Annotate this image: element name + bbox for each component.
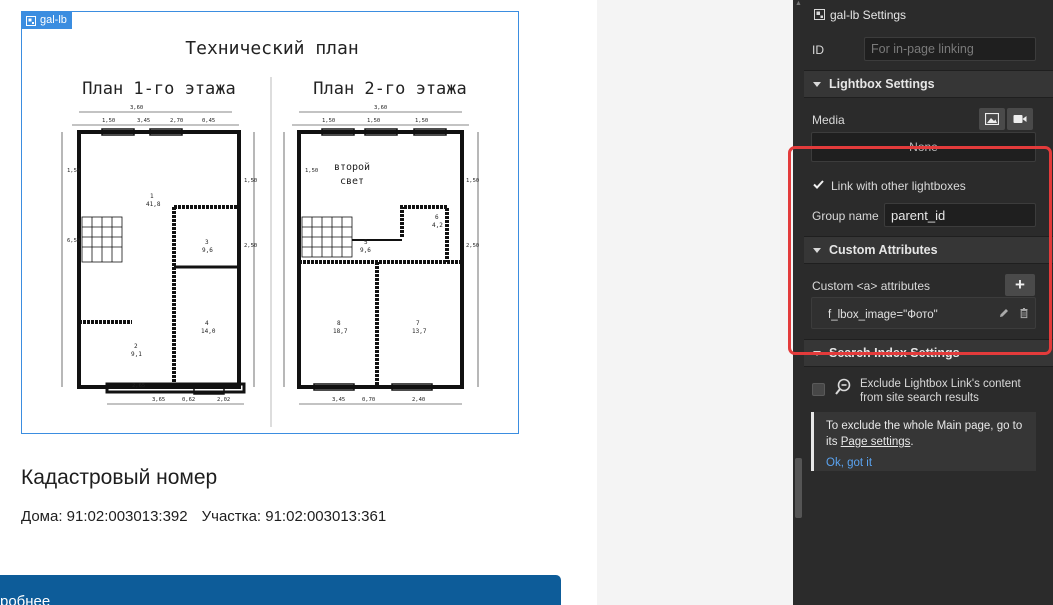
group-name-label: Group name bbox=[812, 209, 879, 223]
svg-text:18,7: 18,7 bbox=[333, 328, 348, 335]
svg-text:3,45: 3,45 bbox=[332, 397, 345, 403]
plan-title: Технический план bbox=[185, 38, 358, 59]
plot-number: Участка: 91:02:003013:361 bbox=[201, 508, 387, 525]
svg-text:7: 7 bbox=[416, 320, 420, 327]
svg-text:2: 2 bbox=[134, 343, 138, 350]
trash-icon[interactable] bbox=[1018, 307, 1030, 319]
image-media-button[interactable] bbox=[979, 108, 1005, 130]
link-lightboxes-label: Link with other lightboxes bbox=[831, 179, 966, 193]
element-settings-title: gal-lb Settings bbox=[830, 8, 907, 22]
svg-text:2,02: 2,02 bbox=[217, 397, 230, 403]
svg-text:1,50: 1,50 bbox=[305, 168, 318, 174]
svg-text:9,6: 9,6 bbox=[360, 247, 371, 254]
lightbox-icon bbox=[26, 15, 36, 26]
house-number: Дома: 91:02:003013:392 bbox=[21, 508, 188, 525]
page-settings-hint: To exclude the whole Main page, go to it… bbox=[811, 412, 1036, 471]
collapse-caret-icon bbox=[813, 350, 821, 356]
ok-got-it-link[interactable]: Ok, got it bbox=[826, 457, 872, 469]
svg-text:41,8: 41,8 bbox=[146, 201, 161, 208]
hint-suffix: . bbox=[910, 436, 914, 448]
svg-text:9,6: 9,6 bbox=[202, 247, 213, 254]
svg-text:2,70: 2,70 bbox=[170, 118, 183, 124]
svg-text:3,60: 3,60 bbox=[374, 105, 387, 111]
link-lightboxes-checkbox[interactable] bbox=[812, 178, 825, 191]
svg-text:2,65: 2,65 bbox=[132, 383, 145, 389]
checkmark-icon bbox=[813, 180, 824, 189]
attribute-value: f_lbox_image="Фото" bbox=[828, 309, 938, 321]
image-icon bbox=[985, 113, 999, 125]
search-index-title: Search Index Settings bbox=[829, 346, 960, 360]
collapse-caret-icon bbox=[813, 81, 821, 87]
more-details-button[interactable]: робнее bbox=[0, 575, 561, 605]
svg-text:6,50: 6,50 bbox=[67, 238, 80, 244]
lightbox-icon bbox=[814, 9, 825, 20]
search-exclude-icon bbox=[835, 378, 851, 395]
search-index-header[interactable]: Search Index Settings bbox=[804, 339, 1053, 367]
media-value-field[interactable]: None bbox=[811, 132, 1036, 162]
svg-text:1,50: 1,50 bbox=[67, 168, 80, 174]
svg-text:14,0: 14,0 bbox=[201, 328, 216, 335]
page-settings-link[interactable]: Page settings bbox=[841, 436, 911, 448]
lightbox-settings-title: Lightbox Settings bbox=[829, 77, 935, 91]
custom-attributes-title: Custom Attributes bbox=[829, 243, 938, 257]
svg-text:0,62: 0,62 bbox=[182, 397, 195, 403]
custom-a-attributes-label: Custom <a> attributes bbox=[812, 279, 931, 293]
element-badge-label: gal-lb bbox=[40, 14, 67, 26]
svg-text:3,65: 3,65 bbox=[152, 397, 165, 403]
floor1-label: План 1-го этажа bbox=[82, 79, 236, 99]
svg-text:5: 5 bbox=[364, 239, 368, 246]
svg-text:свет: свет bbox=[340, 176, 364, 187]
floor-plan-image[interactable]: Технический план План 1-го этажа План 2-… bbox=[22, 12, 518, 433]
custom-attributes-header[interactable]: Custom Attributes bbox=[804, 236, 1053, 264]
svg-text:2,50: 2,50 bbox=[244, 243, 257, 249]
group-name-input[interactable]: parent_id bbox=[884, 203, 1036, 227]
exclude-search-label: Exclude Lightbox Link's content from sit… bbox=[860, 378, 1021, 404]
cadastral-numbers: Дома: 91:02:003013:392 Участка: 91:02:003… bbox=[21, 508, 400, 525]
svg-text:1,50: 1,50 bbox=[102, 118, 115, 124]
element-badge[interactable]: gal-lb bbox=[22, 12, 72, 29]
exclude-search-checkbox[interactable] bbox=[812, 383, 825, 396]
svg-text:1,50: 1,50 bbox=[244, 178, 257, 184]
settings-panel: gal-lb Settings ID For in-page linking L… bbox=[804, 0, 1053, 605]
svg-text:2,50: 2,50 bbox=[466, 243, 479, 249]
attribute-item[interactable]: f_lbox_image="Фото" bbox=[811, 297, 1036, 329]
canvas-gutter bbox=[597, 0, 793, 605]
cadastral-title: Кадастровый номер bbox=[21, 466, 218, 489]
svg-text:4,2: 4,2 bbox=[432, 222, 443, 229]
media-label: Media bbox=[812, 113, 845, 127]
svg-text:9,1: 9,1 bbox=[131, 351, 142, 358]
svg-text:3,60: 3,60 bbox=[130, 105, 143, 111]
id-label: ID bbox=[812, 43, 824, 57]
designer-canvas: gal-lb Технический план План 1-го этажа … bbox=[0, 0, 597, 605]
svg-text:8: 8 bbox=[337, 320, 341, 327]
collapse-caret-icon bbox=[813, 247, 821, 253]
svg-text:второй: второй bbox=[334, 161, 370, 173]
pencil-icon[interactable] bbox=[998, 307, 1010, 319]
lightbox-element-selected[interactable]: gal-lb Технический план План 1-го этажа … bbox=[21, 11, 519, 434]
svg-text:1,50: 1,50 bbox=[415, 118, 428, 124]
element-settings-header: gal-lb Settings bbox=[804, 0, 1053, 28]
lightbox-settings-header[interactable]: Lightbox Settings bbox=[804, 70, 1053, 98]
video-camera-icon bbox=[1013, 115, 1027, 123]
svg-text:1,50: 1,50 bbox=[367, 118, 380, 124]
id-input[interactable]: For in-page linking bbox=[864, 37, 1036, 61]
floor2-label: План 2-го этажа bbox=[313, 79, 467, 99]
svg-text:1: 1 bbox=[150, 193, 154, 200]
add-attribute-button[interactable]: + bbox=[1005, 274, 1035, 296]
svg-text:3,45: 3,45 bbox=[137, 118, 150, 124]
svg-text:0,45: 0,45 bbox=[202, 118, 215, 124]
hint-text: To exclude the whole Main page, go to it… bbox=[826, 418, 1031, 450]
svg-text:6: 6 bbox=[435, 214, 439, 221]
video-media-button[interactable] bbox=[1007, 108, 1033, 130]
svg-text:4: 4 bbox=[205, 320, 209, 327]
scroll-up-arrow-icon[interactable]: ▲ bbox=[795, 0, 802, 8]
svg-text:1,50: 1,50 bbox=[322, 118, 335, 124]
svg-text:0,70: 0,70 bbox=[362, 397, 375, 403]
svg-text:13,7: 13,7 bbox=[412, 328, 427, 335]
panel-scrollbar-thumb[interactable] bbox=[795, 458, 802, 518]
svg-text:2,40: 2,40 bbox=[412, 397, 425, 403]
svg-text:3: 3 bbox=[205, 239, 209, 246]
svg-text:1,50: 1,50 bbox=[466, 178, 479, 184]
